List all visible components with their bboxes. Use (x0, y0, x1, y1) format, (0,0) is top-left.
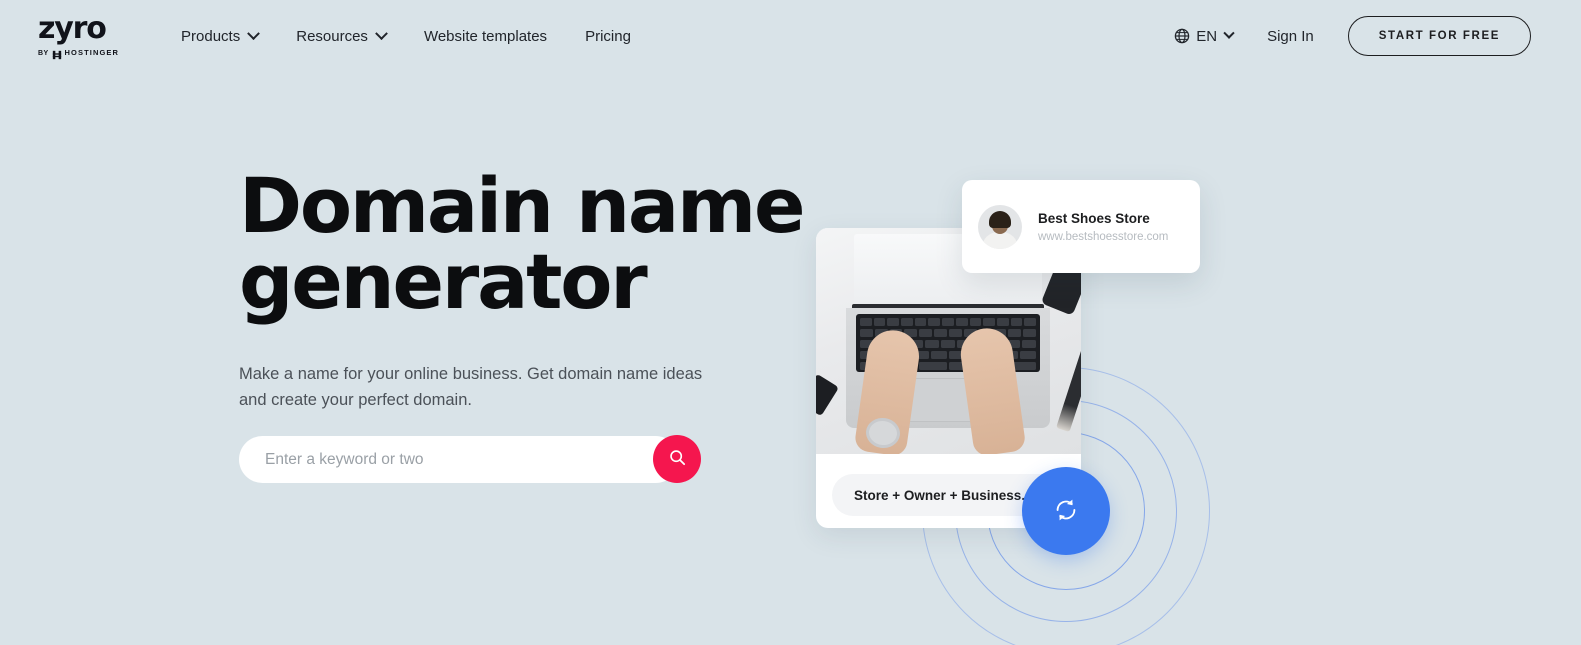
site-header: zyro BY HOSTINGER Products Resources Web… (0, 0, 1581, 72)
sign-in-link[interactable]: Sign In (1267, 28, 1314, 45)
nav-label: Website templates (423, 27, 548, 45)
store-result-card: Best Shoes Store www.bestshoesstore.com (962, 180, 1200, 273)
header-actions: EN Sign In START FOR FREE (1174, 16, 1531, 56)
main-navigation: Products Resources Website templates Pri… (181, 26, 631, 45)
logo-by-label: BY (38, 49, 49, 57)
language-selector[interactable]: EN (1174, 27, 1235, 45)
zyro-logo[interactable]: zyro BY HOSTINGER (38, 11, 120, 60)
domain-search (239, 435, 701, 483)
logo-wordmark: zyro (38, 11, 107, 46)
nav-item-website-templates[interactable]: Website templates (424, 28, 547, 45)
avatar (978, 204, 1022, 249)
chevron-down-icon (1223, 27, 1235, 39)
nav-label: Products (181, 27, 241, 45)
globe-icon (1174, 28, 1190, 44)
nav-item-products[interactable]: Products (181, 26, 261, 45)
start-for-free-button[interactable]: START FOR FREE (1347, 16, 1531, 56)
chevron-down-icon (375, 26, 388, 40)
nav-label: Resources (296, 27, 368, 45)
nav-label: Pricing (585, 27, 631, 45)
chevron-down-icon (247, 26, 261, 40)
hostinger-h-icon (52, 48, 62, 60)
hero-illustration: Store + Owner + Business... Best Shoes S… (790, 160, 1270, 645)
store-details: Best Shoes Store www.bestshoesstore.com (1038, 211, 1168, 243)
refresh-icon (1053, 497, 1079, 526)
search-button[interactable] (653, 435, 701, 483)
nav-item-pricing[interactable]: Pricing (585, 28, 631, 45)
search-icon (668, 448, 687, 470)
hero-subtitle: Make a name for your online business. Ge… (239, 365, 703, 409)
page-title: Domain name generator (239, 168, 859, 320)
page-title-line-2: generator (239, 237, 648, 326)
regenerate-button[interactable] (1022, 467, 1110, 555)
avatar-hair (989, 210, 1011, 228)
search-input[interactable] (239, 436, 679, 483)
language-label: EN (1196, 27, 1218, 45)
store-url: www.bestshoesstore.com (1038, 230, 1169, 243)
hero-copy: Domain name generator Make a name for yo… (239, 168, 859, 413)
logo-byline: BY HOSTINGER (38, 48, 120, 60)
logo-hostinger-label: HOSTINGER (64, 48, 120, 58)
nav-item-resources[interactable]: Resources (296, 26, 388, 45)
store-name: Best Shoes Store (1038, 210, 1150, 226)
avatar-body (982, 231, 1018, 249)
